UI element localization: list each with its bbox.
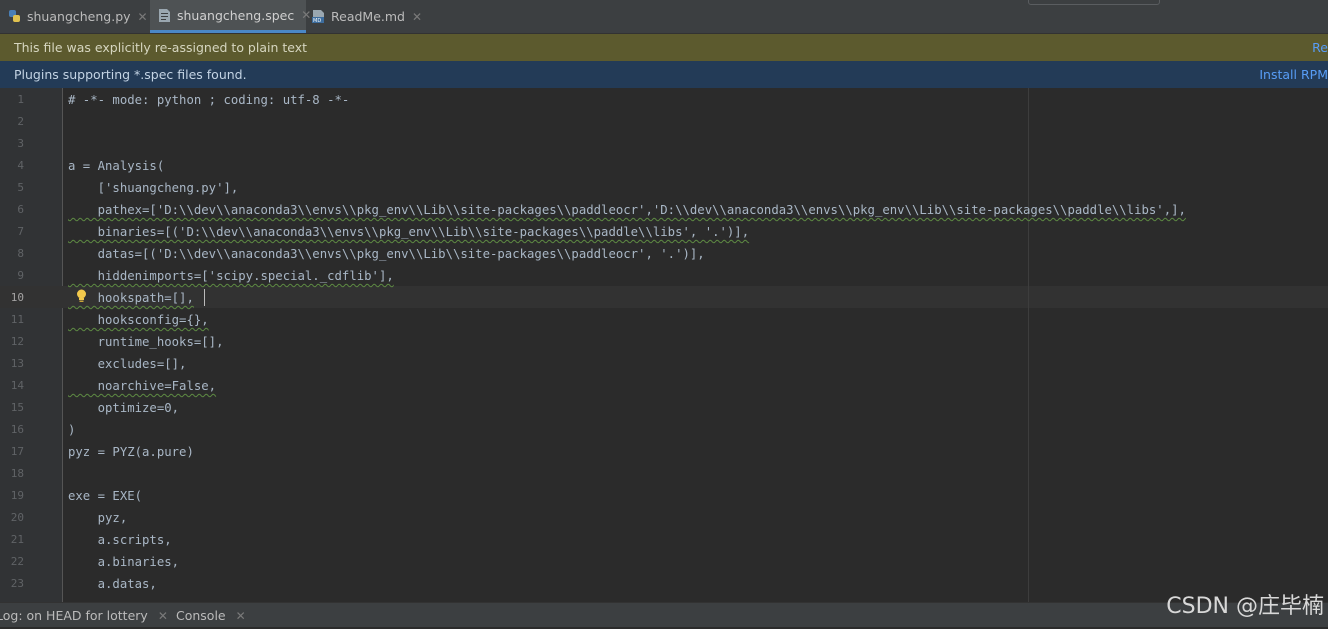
- line-number: 8: [17, 247, 24, 260]
- tool-window-bar: Log: on HEAD for lottery ✕ Console ✕: [0, 602, 1328, 627]
- line-number: 22: [10, 555, 24, 568]
- close-icon[interactable]: ✕: [138, 10, 148, 24]
- code-line[interactable]: optimize=0,: [68, 397, 179, 419]
- line-number: 10: [10, 291, 24, 304]
- code-line[interactable]: exe = EXE(: [68, 485, 142, 507]
- plain-text-notification: This file was explicitly re-assigned to …: [0, 34, 1328, 61]
- install-plugin-link[interactable]: Install RPM: [1259, 67, 1328, 82]
- revert-link[interactable]: Re: [1312, 40, 1328, 55]
- code-editor[interactable]: 1 2 3 4 5 6 7 8 9 10 11 12 13 14 15 16 17 18 19 20 21 22 23 # -…: [0, 88, 1328, 602]
- line-number: 20: [10, 511, 24, 524]
- line-number: 21: [10, 533, 24, 546]
- tab-shuangcheng-py[interactable]: shuangcheng.py ✕: [8, 0, 148, 33]
- current-line-highlight: [0, 286, 1328, 308]
- tab-label: Console: [176, 608, 226, 623]
- right-margin-guide: [1028, 88, 1029, 602]
- tab-console[interactable]: Console ✕: [176, 603, 246, 627]
- line-number: 19: [10, 489, 24, 502]
- tab-label: ReadMe.md: [331, 9, 405, 24]
- code-line[interactable]: a = Analysis(: [68, 155, 164, 177]
- lightbulb-icon[interactable]: [76, 288, 87, 302]
- line-number: 4: [17, 159, 24, 172]
- editor-tab-bar: shuangcheng.py ✕ shuangcheng.spec ✕ MD R…: [0, 0, 1328, 34]
- banner-message: This file was explicitly re-assigned to …: [14, 40, 308, 55]
- line-number: 3: [17, 137, 24, 150]
- line-number: 23: [10, 577, 24, 590]
- banner-message: Plugins supporting *.spec files found.: [14, 67, 247, 82]
- close-icon[interactable]: ✕: [301, 8, 311, 22]
- tab-label: shuangcheng.py: [27, 9, 131, 24]
- line-number: 12: [10, 335, 24, 348]
- search-field-edge[interactable]: [1028, 0, 1160, 5]
- python-file-icon: [8, 9, 21, 24]
- code-line[interactable]: # -*- mode: python ; coding: utf-8 -*-: [68, 89, 349, 111]
- line-number: 18: [10, 467, 24, 480]
- line-number: 13: [10, 357, 24, 370]
- tab-readme-md[interactable]: MD ReadMe.md ✕: [312, 0, 422, 33]
- plugins-notification: Plugins supporting *.spec files found. I…: [0, 61, 1328, 88]
- line-number: 7: [17, 225, 24, 238]
- code-line[interactable]: pyz,: [68, 507, 128, 529]
- code-line[interactable]: ['shuangcheng.py'],: [68, 177, 239, 199]
- tab-label: shuangcheng.spec: [177, 7, 295, 23]
- line-number: 11: [10, 313, 24, 326]
- text-file-icon: [158, 8, 171, 23]
- code-line[interactable]: excludes=[],: [68, 353, 187, 375]
- text-caret: [204, 289, 205, 306]
- code-line[interactable]: runtime_hooks=[],: [68, 331, 224, 353]
- code-line[interactable]: noarchive=False,: [68, 375, 216, 397]
- line-number: 5: [17, 181, 24, 194]
- close-icon[interactable]: ✕: [158, 609, 168, 623]
- code-line[interactable]: datas=[('D:\\dev\\anaconda3\\envs\\pkg_e…: [68, 243, 705, 265]
- code-line[interactable]: hiddenimports=['scipy.special._cdflib'],: [68, 265, 394, 287]
- code-line[interactable]: ): [68, 419, 75, 441]
- code-line[interactable]: hooksconfig={},: [68, 309, 209, 331]
- code-line[interactable]: a.datas,: [68, 573, 157, 595]
- watermark: CSDN @庄毕楠: [1166, 594, 1324, 619]
- line-number: 15: [10, 401, 24, 414]
- markdown-file-icon: MD: [312, 9, 325, 24]
- line-number: 14: [10, 379, 24, 392]
- line-number: 17: [10, 445, 24, 458]
- close-icon[interactable]: ✕: [236, 609, 246, 623]
- tab-shuangcheng-spec[interactable]: shuangcheng.spec ✕: [150, 0, 311, 33]
- line-number: 2: [17, 115, 24, 128]
- line-number: 16: [10, 423, 24, 436]
- line-number: 9: [17, 269, 24, 282]
- line-number: 1: [17, 93, 24, 106]
- code-line[interactable]: pathex=['D:\\dev\\anaconda3\\envs\\pkg_e…: [68, 199, 1186, 221]
- tab-git-log[interactable]: Log: on HEAD for lottery ✕: [0, 603, 168, 627]
- svg-text:MD: MD: [313, 18, 321, 24]
- code-line[interactable]: binaries=[('D:\\dev\\anaconda3\\envs\\pk…: [68, 221, 750, 243]
- tab-label: Log: on HEAD for lottery: [0, 608, 148, 623]
- close-icon[interactable]: ✕: [412, 10, 422, 24]
- code-line[interactable]: a.binaries,: [68, 551, 179, 573]
- code-line[interactable]: a.scripts,: [68, 529, 172, 551]
- line-number: 6: [17, 203, 24, 216]
- code-line[interactable]: pyz = PYZ(a.pure): [68, 441, 194, 463]
- gutter-divider: [62, 88, 63, 602]
